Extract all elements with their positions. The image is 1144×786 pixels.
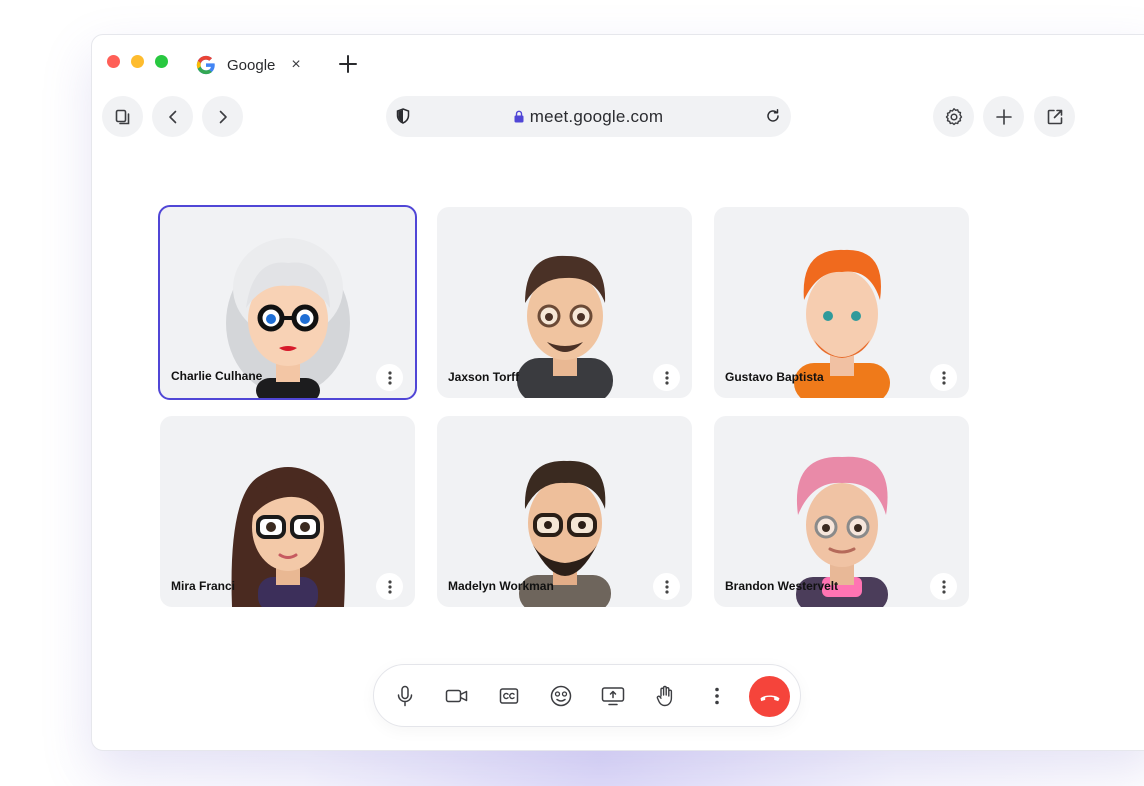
tab-title: Google	[227, 56, 276, 74]
tab-bar: Google ×	[92, 35, 1144, 91]
reload-icon[interactable]	[765, 108, 781, 124]
microphone-icon	[397, 685, 413, 707]
browser-tab[interactable]: Google ×	[196, 52, 301, 78]
external-link-icon	[1047, 109, 1062, 124]
camera-icon	[445, 689, 468, 703]
shield-icon	[396, 108, 410, 124]
url-text: meet.google.com	[529, 106, 664, 126]
avatar	[231, 467, 345, 607]
participant-options-button[interactable]	[930, 364, 957, 391]
share-button[interactable]	[1034, 96, 1075, 137]
call-controls-bar	[373, 664, 801, 727]
back-icon	[168, 110, 176, 123]
participant-name: Jaxson Torff	[448, 370, 520, 384]
end-call-icon	[760, 695, 779, 701]
more-vert-icon	[387, 579, 392, 594]
settings-icon	[945, 107, 962, 125]
more-vert-icon	[941, 579, 946, 594]
close-window-button[interactable]	[107, 55, 120, 68]
reactions-button[interactable]	[549, 684, 573, 708]
participant-tile[interactable]: Charlie Culhane	[158, 205, 417, 400]
tabs-icon	[115, 109, 129, 124]
more-vert-icon	[387, 370, 392, 385]
participant-tile[interactable]: Jaxson Torff	[437, 207, 692, 398]
tabs-overview-button[interactable]	[102, 96, 143, 137]
participant-options-button[interactable]	[653, 364, 680, 391]
participant-name: Mira Franci	[171, 579, 236, 593]
raise-hand-icon	[656, 685, 673, 707]
end-call-button[interactable]	[749, 676, 790, 717]
new-tab-button[interactable]	[337, 53, 359, 75]
camera-button[interactable]	[445, 684, 469, 708]
tab-close-button[interactable]: ×	[291, 56, 300, 74]
participant-options-button[interactable]	[930, 573, 957, 600]
participant-name: Brandon Westervelt	[725, 579, 839, 593]
present-screen-button[interactable]	[601, 684, 625, 708]
add-icon	[995, 108, 1012, 125]
present-screen-icon	[601, 687, 625, 706]
captions-icon	[499, 688, 519, 704]
more-vert-icon	[715, 687, 719, 705]
google-g-icon	[196, 55, 215, 75]
participant-options-button[interactable]	[376, 573, 403, 600]
participant-name: Charlie Culhane	[171, 369, 263, 383]
more-vert-icon	[664, 579, 669, 594]
participant-tile[interactable]: Mira Franci	[160, 416, 415, 607]
more-vert-icon	[941, 370, 946, 385]
forward-button[interactable]	[202, 96, 243, 137]
participant-name: Madelyn Workman	[448, 579, 554, 593]
more-vert-icon	[664, 370, 669, 385]
forward-icon	[219, 110, 227, 123]
participant-name: Gustavo Baptista	[725, 370, 824, 384]
participant-options-button[interactable]	[653, 573, 680, 600]
emoji-icon	[550, 685, 572, 707]
participant-tile[interactable]: Gustavo Baptista	[714, 207, 969, 398]
browser-window: Google × meet.google.com Charlie Culhane…	[91, 34, 1144, 751]
back-button[interactable]	[152, 96, 193, 137]
raise-hand-button[interactable]	[653, 684, 677, 708]
address-bar[interactable]: meet.google.com	[386, 96, 791, 137]
settings-button[interactable]	[933, 96, 974, 137]
microphone-button[interactable]	[393, 684, 417, 708]
add-button[interactable]	[983, 96, 1024, 137]
navigation-bar: meet.google.com	[92, 95, 1144, 139]
captions-button[interactable]	[497, 684, 521, 708]
maximize-window-button[interactable]	[155, 55, 168, 68]
minimize-window-button[interactable]	[131, 55, 144, 68]
participant-options-button[interactable]	[376, 364, 403, 391]
participant-tile[interactable]: Brandon Westervelt	[714, 416, 969, 607]
participant-tile[interactable]: Madelyn Workman	[437, 416, 692, 607]
more-options-button[interactable]	[705, 684, 729, 708]
lock-icon	[514, 110, 524, 123]
